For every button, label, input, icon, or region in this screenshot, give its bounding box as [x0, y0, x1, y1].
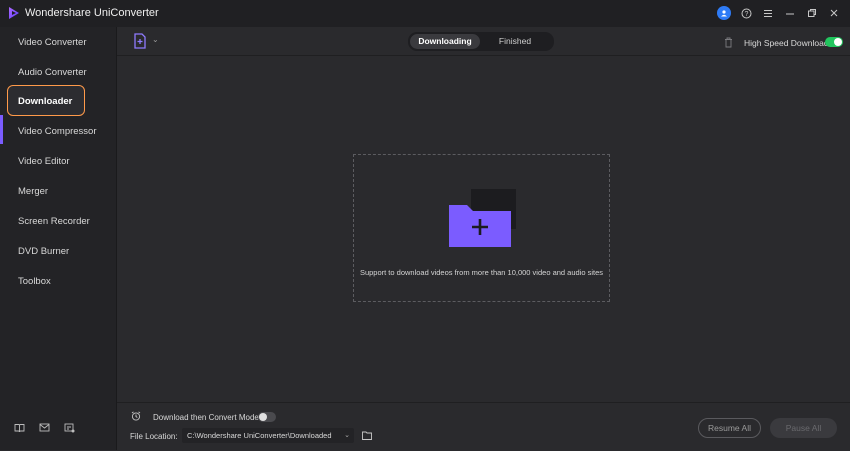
- sidebar: Video Converter Audio Converter Download…: [0, 27, 117, 450]
- close-button[interactable]: [826, 5, 842, 21]
- help-icon: ?: [741, 8, 751, 18]
- tab-downloading[interactable]: Downloading: [410, 34, 480, 49]
- restore-button[interactable]: [804, 5, 820, 21]
- tab-finished[interactable]: Finished: [480, 34, 550, 49]
- active-indicator: [0, 115, 3, 144]
- uniconverter-logo-icon: [9, 7, 19, 19]
- high-speed-download-toggle[interactable]: [825, 37, 843, 47]
- hamburger-icon: [764, 9, 772, 17]
- dropzone-description: Support to download videos from more tha…: [359, 268, 604, 277]
- file-location-value: C:\Wondershare UniConverter\Downloaded: [187, 431, 332, 440]
- minimize-icon: [786, 13, 794, 14]
- chevron-down-icon[interactable]: ⌄: [152, 35, 159, 44]
- close-icon: [830, 9, 838, 17]
- resume-all-button[interactable]: Resume All: [698, 418, 761, 438]
- sidebar-item-dvd-burner[interactable]: DVD Burner: [18, 245, 69, 259]
- convert-mode-label: Download then Convert Mode: [153, 413, 259, 422]
- high-speed-download-label: High Speed Download: [744, 38, 829, 48]
- menu-button[interactable]: [760, 5, 776, 21]
- download-tabs: Downloading Finished: [408, 32, 554, 51]
- sidebar-item-video-compressor[interactable]: Video Compressor: [18, 125, 97, 139]
- alarm-clock-icon[interactable]: [131, 411, 141, 421]
- minimize-button[interactable]: [782, 5, 798, 21]
- download-dropzone[interactable]: Support to download videos from more tha…: [353, 154, 610, 302]
- file-location-label: File Location:: [130, 432, 178, 441]
- chevron-down-icon: ⌄: [344, 432, 350, 439]
- file-location-select[interactable]: C:\Wondershare UniConverter\Downloaded ⌄: [182, 428, 354, 443]
- pause-all-button[interactable]: Pause All: [770, 418, 837, 438]
- sidebar-item-toolbox[interactable]: Toolbox: [18, 275, 51, 289]
- download-toolbar: ⌄ Downloading Finished High Speed Downlo…: [117, 27, 850, 56]
- open-folder-icon[interactable]: [362, 431, 372, 440]
- trash-icon[interactable]: [724, 37, 733, 48]
- convert-mode-toggle[interactable]: [258, 412, 276, 422]
- add-url-icon[interactable]: [133, 33, 147, 49]
- user-account-button[interactable]: [716, 5, 732, 21]
- feedback-icon[interactable]: [64, 422, 75, 433]
- sidebar-item-audio-converter[interactable]: Audio Converter: [18, 66, 87, 80]
- sidebar-item-merger[interactable]: Merger: [18, 185, 48, 199]
- svg-text:?: ?: [744, 11, 748, 18]
- title-bar: Wondershare UniConverter ?: [0, 0, 850, 27]
- user-icon: [717, 6, 731, 20]
- mail-icon[interactable]: [39, 422, 50, 433]
- help-button[interactable]: ?: [738, 5, 754, 21]
- sidebar-item-downloader[interactable]: Downloader: [7, 85, 85, 116]
- sidebar-item-screen-recorder[interactable]: Screen Recorder: [18, 215, 90, 229]
- footer-bar: Download then Convert Mode File Location…: [117, 402, 850, 451]
- add-folder-icon: [449, 189, 516, 247]
- restore-icon: [808, 9, 816, 17]
- book-icon[interactable]: [14, 422, 25, 433]
- sidebar-item-video-converter[interactable]: Video Converter: [18, 36, 86, 50]
- app-title: Wondershare UniConverter: [25, 7, 159, 19]
- sidebar-item-video-editor[interactable]: Video Editor: [18, 155, 70, 169]
